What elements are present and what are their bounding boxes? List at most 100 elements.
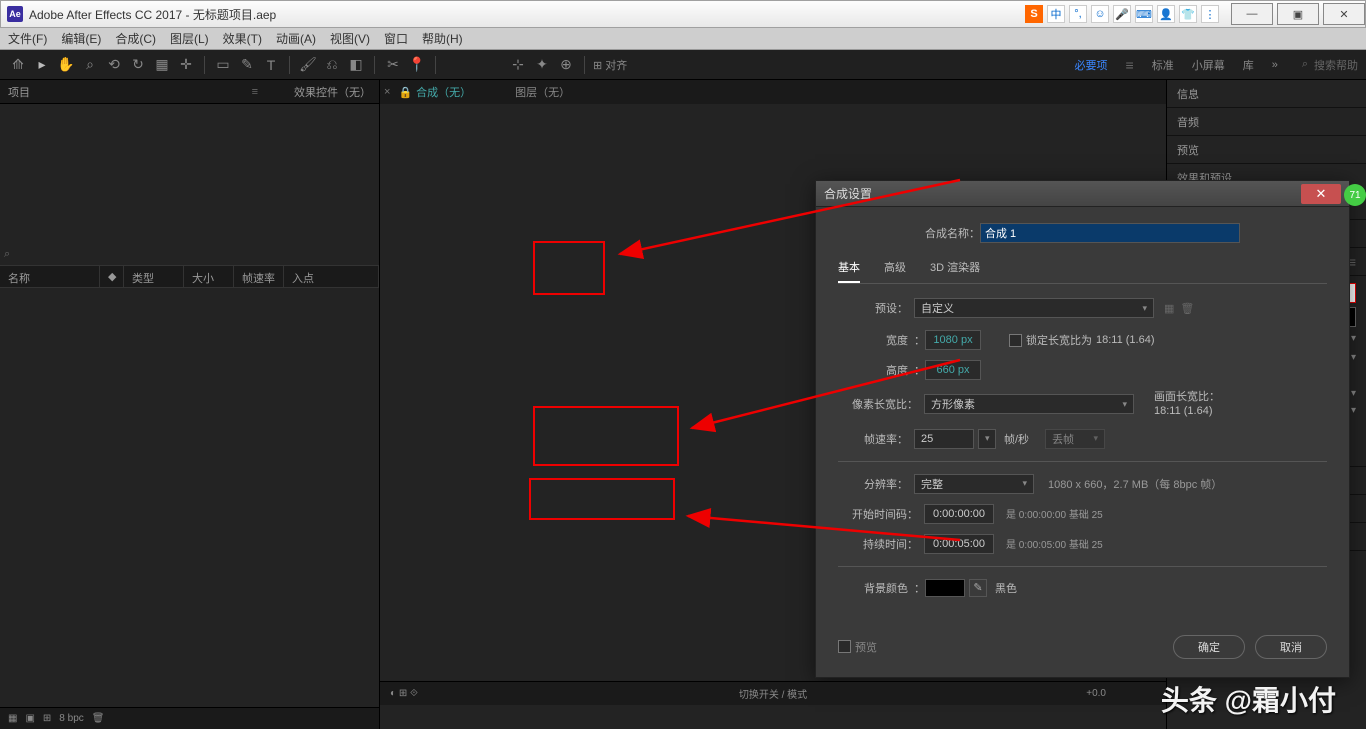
snap-toggle[interactable]: ⊞ 对齐 [593,57,627,73]
bg-color-label: 背景颜色 [838,580,908,596]
new-folder-icon[interactable]: ▣ [25,713,34,724]
preset-select[interactable]: 自定义▾ [914,298,1154,318]
menu-layer[interactable]: 图层(L) [170,30,209,47]
eyedropper-icon[interactable]: ✎ [969,579,987,597]
panel-audio[interactable]: 音频 [1167,108,1366,136]
workspace-menu-icon[interactable]: ≡ [1126,57,1134,73]
resolution-select[interactable]: 完整▾ [914,474,1034,494]
col-fps[interactable]: 帧速率 [234,266,284,287]
tab-project[interactable]: 项目 [8,84,30,100]
fps-unit: 帧/秒 [1004,431,1029,447]
height-input[interactable]: 660 px [925,360,981,380]
dialog-close-button[interactable]: ✕ [1301,184,1341,204]
fps-input[interactable]: 25 [914,429,974,449]
dialog-tab-basic[interactable]: 基本 [838,259,860,283]
local-axis-icon[interactable]: ⊹ [508,55,528,75]
preset-delete-icon[interactable]: 🗑 [1180,302,1194,315]
maximize-button[interactable]: ▣ [1277,3,1319,25]
duration-input[interactable]: 0:00:05:00 [924,534,994,554]
preview-checkbox[interactable] [838,640,851,653]
rect-tool-icon[interactable]: ▭ [213,55,233,75]
col-tag[interactable]: ◆ [100,266,124,287]
ime-lang-icon[interactable]: 中 [1047,5,1065,23]
workspace-library[interactable]: 库 [1243,57,1254,73]
roto-tool-icon[interactable]: ✂ [383,55,403,75]
cancel-button[interactable]: 取消 [1255,635,1327,659]
help-search[interactable]: ⌕ 搜索帮助 [1302,57,1358,73]
panel-preview[interactable]: 预览 [1167,136,1366,164]
new-comp-icon[interactable]: ⊞ [43,713,51,724]
home-icon[interactable]: ⟰ [8,55,28,75]
ime-more-icon[interactable]: ⋮ [1201,5,1219,23]
panel-info[interactable]: 信息 [1167,80,1366,108]
comp-close-icon[interactable]: × [384,86,390,98]
comp-lock-icon[interactable]: 🔒 [398,86,412,99]
menu-help[interactable]: 帮助(H) [422,30,463,47]
fps-dropdown[interactable]: ▾ [978,429,996,449]
camera-tool-icon[interactable]: ▦ [152,55,172,75]
start-time-input[interactable]: 0:00:00:00 [924,504,994,524]
bg-color-swatch[interactable] [925,579,965,597]
minimize-button[interactable]: — [1231,3,1273,25]
ime-skin-icon[interactable]: 👕 [1179,5,1197,23]
comp-name-input[interactable] [980,223,1240,243]
menu-view[interactable]: 视图(V) [330,30,370,47]
menu-composition[interactable]: 合成(C) [115,30,156,47]
dialog-titlebar[interactable]: 合成设置 ✕ [816,181,1349,207]
time-shift[interactable]: +0.0 [1086,688,1106,699]
toggle-switches-modes[interactable]: 切换开关 / 模式 [739,686,807,701]
trash-icon[interactable]: 🗑 [92,713,105,724]
ime-keyboard-icon[interactable]: ⌨ [1135,5,1153,23]
panel-menu-icon[interactable]: ≡ [252,86,258,98]
view-axis-icon[interactable]: ⊕ [556,55,576,75]
ime-s-icon[interactable]: S [1025,5,1043,23]
preset-save-icon[interactable]: ▦ [1164,302,1174,315]
zoom-tool-icon[interactable]: ⌕ [80,55,100,75]
rotate-tool-icon[interactable]: ↻ [128,55,148,75]
interpret-icon[interactable]: ▦ [8,713,17,724]
col-in[interactable]: 入点 [284,266,379,287]
ime-punct-icon[interactable]: °, [1069,5,1087,23]
anchor-tool-icon[interactable]: ✛ [176,55,196,75]
menu-edit[interactable]: 编辑(E) [61,30,101,47]
menu-animation[interactable]: 动画(A) [276,30,316,47]
ime-user-icon[interactable]: 👤 [1157,5,1175,23]
tab-composition[interactable]: 合成（无） [416,84,471,100]
workspace-standard[interactable]: 标准 [1152,57,1174,73]
help-search-input[interactable]: 搜索帮助 [1314,57,1358,73]
orbit-tool-icon[interactable]: ⟲ [104,55,124,75]
dialog-tab-advanced[interactable]: 高级 [884,259,906,283]
puppet-tool-icon[interactable]: 📍 [407,55,427,75]
timeline-icons[interactable]: ◐ ⊞ ⟐ [390,688,418,699]
hand-tool-icon[interactable]: ✋ [56,55,76,75]
close-window-button[interactable]: ✕ [1323,3,1365,25]
ok-button[interactable]: 确定 [1173,635,1245,659]
workspace-more[interactable]: » [1272,59,1278,71]
col-type[interactable]: 类型 [124,266,184,287]
par-select[interactable]: 方形像素▾ [924,394,1134,414]
eraser-tool-icon[interactable]: ◧ [346,55,366,75]
menu-window[interactable]: 窗口 [384,30,408,47]
lock-aspect-checkbox[interactable] [1009,334,1022,347]
tab-layer[interactable]: 图层（无） [515,84,570,100]
bpc-toggle[interactable]: 8 bpc [59,713,83,724]
menu-effect[interactable]: 效果(T) [223,30,262,47]
ime-mic-icon[interactable]: 🎤 [1113,5,1131,23]
world-axis-icon[interactable]: ✦ [532,55,552,75]
pen-tool-icon[interactable]: ✎ [237,55,257,75]
selection-tool-icon[interactable]: ▸ [32,55,52,75]
project-search-icon[interactable]: ⌕ [4,248,10,261]
text-tool-icon[interactable]: T [261,55,281,75]
dialog-tab-3d[interactable]: 3D 渲染器 [930,259,980,283]
tab-effect-controls[interactable]: 效果控件（无） [294,84,371,100]
col-size[interactable]: 大小 [184,266,234,287]
col-name[interactable]: 名称 [0,266,100,287]
workspace-smallscreen[interactable]: 小屏幕 [1192,57,1225,73]
width-input[interactable]: 1080 px [925,330,981,350]
clone-tool-icon[interactable]: ⎌ [322,55,342,75]
ime-emoji-icon[interactable]: ☺ [1091,5,1109,23]
menu-file[interactable]: 文件(F) [8,30,47,47]
start-time-label: 开始时间码： [838,506,918,522]
workspace-essentials[interactable]: 必要项 [1075,57,1108,73]
brush-tool-icon[interactable]: 🖌 [298,55,318,75]
